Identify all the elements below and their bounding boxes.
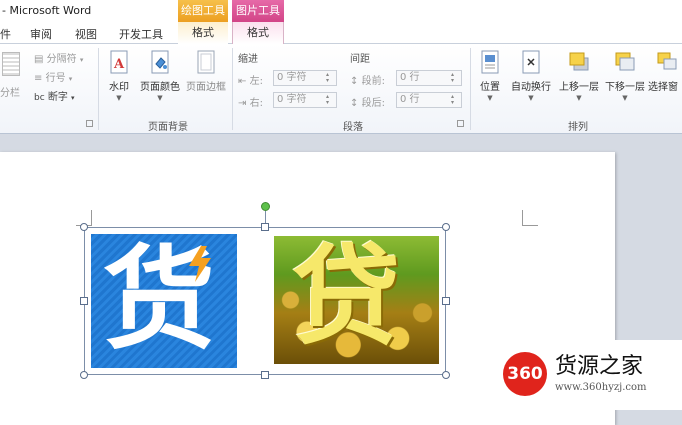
page-color-label: 页面颜色 xyxy=(140,82,180,93)
send-backward-icon xyxy=(614,50,636,74)
tab-file[interactable]: 件 xyxy=(0,26,11,42)
rotate-handle[interactable] xyxy=(261,202,270,211)
resize-handle-top-left[interactable] xyxy=(80,223,88,231)
paragraph-group-label: 段落 xyxy=(343,122,363,133)
page-color-button[interactable]: 页面颜色 ▼ xyxy=(138,50,182,102)
resize-handle-top[interactable] xyxy=(261,223,269,231)
line-numbers-icon: ≡ xyxy=(34,73,43,84)
tab-review[interactable]: 审阅 xyxy=(30,26,52,42)
title-bar: - Microsoft Word 绘图工具 图片工具 xyxy=(0,0,682,22)
indent-left-icon: ⇤ xyxy=(238,76,247,87)
chevron-down-icon: ▼ xyxy=(576,94,582,102)
selection-pane-button[interactable]: 选择窗 xyxy=(648,50,682,93)
chevron-down-icon: ▾ xyxy=(79,56,84,64)
resize-handle-top-right[interactable] xyxy=(442,223,450,231)
columns-icon xyxy=(2,52,20,76)
page-borders-label: 页面边框 xyxy=(186,82,226,93)
site-watermark: 360 货源之家 www.360hyzj.com xyxy=(493,340,682,410)
columns-label: 分栏 xyxy=(0,88,20,99)
spacing-after-icon: ↕ xyxy=(350,98,359,109)
selection-frame xyxy=(84,227,446,375)
bring-forward-icon xyxy=(568,50,590,74)
selection-pane-icon xyxy=(656,50,678,74)
resize-handle-right[interactable] xyxy=(442,297,450,305)
watermark-icon: A xyxy=(108,50,130,74)
resize-handle-left[interactable] xyxy=(80,297,88,305)
drawing-tools-context-header: 绘图工具 xyxy=(178,0,228,22)
tab-picture-format[interactable]: 格式 xyxy=(232,22,284,44)
position-button[interactable]: 位置 ▼ xyxy=(474,50,506,102)
group-separator xyxy=(470,48,471,130)
chevron-down-icon: ▼ xyxy=(116,94,122,102)
margin-corner-mark xyxy=(522,210,538,226)
chevron-down-icon: ▼ xyxy=(487,94,493,102)
indent-title: 缩进 xyxy=(238,54,258,65)
indent-left-input[interactable]: 0 字符 xyxy=(273,70,337,86)
indent-right-label: ⇥ 右: xyxy=(238,98,263,109)
bring-forward-button[interactable]: 上移一层 ▼ xyxy=(556,50,602,102)
chevron-down-icon: ▾ xyxy=(71,94,75,102)
watermark-url: www.360hyzj.com xyxy=(555,382,647,393)
page-borders-button[interactable]: 页面边框 xyxy=(184,50,228,93)
paragraph-dialog-launcher[interactable] xyxy=(457,120,464,127)
watermark-name: 货源之家 xyxy=(555,354,644,379)
chevron-down-icon: ▾ xyxy=(68,75,73,83)
spacing-title: 间距 xyxy=(350,54,370,65)
hyphenation-icon: bc xyxy=(34,93,45,103)
indent-left-label: ⇤ 左: xyxy=(238,76,263,87)
position-icon xyxy=(479,50,501,74)
breaks-button[interactable]: ▤ 分隔符 ▾ xyxy=(34,50,83,65)
chevron-down-icon: ▼ xyxy=(622,94,628,102)
breaks-label: 分隔符 xyxy=(46,54,77,65)
spacing-before-input[interactable]: 0 行 xyxy=(396,70,462,86)
columns-button[interactable]: 分栏 xyxy=(0,50,24,110)
wrap-text-label: 自动换行 xyxy=(511,82,551,93)
spacing-before-icon: ↕ xyxy=(350,76,359,87)
hyphenation-label: 断字 xyxy=(47,92,68,103)
page-borders-icon xyxy=(195,50,217,74)
watermark-label: 水印 xyxy=(109,82,129,93)
group-separator xyxy=(98,48,99,130)
hyphenation-button[interactable]: bc 断字 ▾ xyxy=(34,88,75,103)
page-setup-dialog-launcher[interactable] xyxy=(86,120,93,127)
watermark-logo: 360 xyxy=(503,352,547,396)
window-title: - Microsoft Word xyxy=(2,4,92,17)
picture-tools-context-header: 图片工具 xyxy=(232,0,284,22)
page-background-group-label: 页面背景 xyxy=(148,122,188,133)
resize-handle-bottom[interactable] xyxy=(261,371,269,379)
selection-pane-label: 选择窗 xyxy=(648,82,678,93)
indent-right-input[interactable]: 0 字符 xyxy=(273,92,337,108)
bring-forward-label: 上移一层 xyxy=(559,82,599,93)
chevron-down-icon: ▼ xyxy=(528,94,534,102)
group-separator xyxy=(232,48,233,130)
svg-text:A: A xyxy=(113,57,125,72)
ribbon-tab-row: 件 审阅 视图 开发工具 格式 格式 xyxy=(0,22,682,44)
tab-drawing-format[interactable]: 格式 xyxy=(178,22,228,44)
spacing-after-input[interactable]: 0 行 xyxy=(396,92,462,108)
position-label: 位置 xyxy=(480,82,500,93)
send-backward-label: 下移一层 xyxy=(605,82,645,93)
paint-bucket-icon xyxy=(149,50,171,74)
breaks-icon: ▤ xyxy=(34,54,44,65)
tab-developer[interactable]: 开发工具 xyxy=(119,26,163,42)
spacing-after-label: ↕ 段后: xyxy=(350,98,385,109)
chevron-down-icon: ▼ xyxy=(157,94,163,102)
watermark-button[interactable]: A 水印 ▼ xyxy=(104,50,134,102)
arrange-group-label: 排列 xyxy=(568,122,588,133)
line-numbers-button[interactable]: ≡ 行号 ▾ xyxy=(34,69,72,84)
spacing-before-label: ↕ 段前: xyxy=(350,76,385,87)
send-backward-button[interactable]: 下移一层 ▼ xyxy=(602,50,648,102)
ribbon: 分栏 ▤ 分隔符 ▾ ≡ 行号 ▾ bc 断字 ▾ A 水印 ▼ 页面颜色 ▼ … xyxy=(0,44,682,134)
resize-handle-bottom-right[interactable] xyxy=(442,371,450,379)
wrap-text-icon xyxy=(520,50,542,74)
tab-view[interactable]: 视图 xyxy=(75,26,97,42)
indent-right-icon: ⇥ xyxy=(238,98,247,109)
line-numbers-label: 行号 xyxy=(45,73,66,84)
wrap-text-button[interactable]: 自动换行 ▼ xyxy=(508,50,554,102)
resize-handle-bottom-left[interactable] xyxy=(80,371,88,379)
